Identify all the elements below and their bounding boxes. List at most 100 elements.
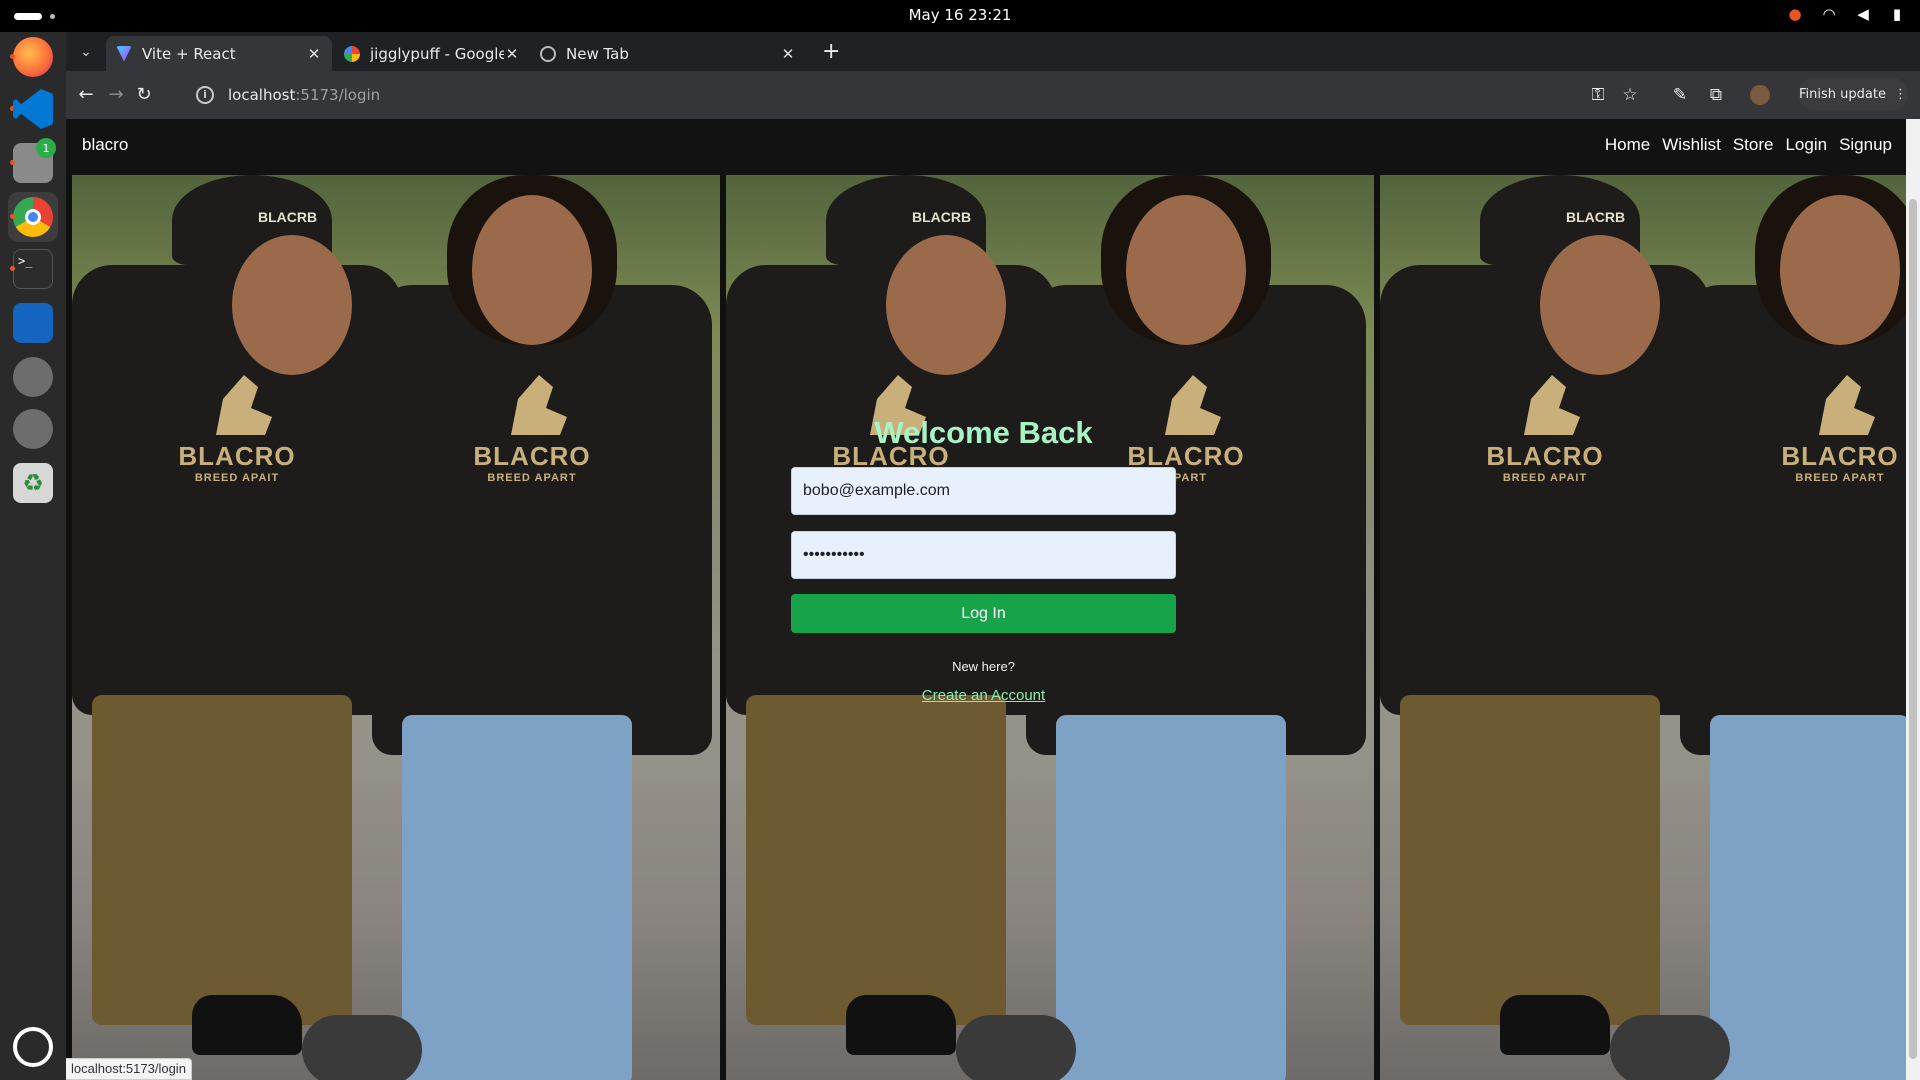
login-button[interactable]: Log In: [791, 594, 1176, 633]
notification-badge: 1: [36, 138, 56, 158]
scrollbar-thumb[interactable]: [1909, 199, 1917, 1059]
record-icon[interactable]: ●: [1786, 5, 1804, 23]
link-status-bar: localhost:5173/login: [66, 1058, 192, 1080]
dock-writer[interactable]: [8, 298, 58, 348]
tab-title: New Tab: [566, 44, 629, 63]
system-tray[interactable]: ● ◠ ◀ ▮: [1786, 5, 1906, 23]
battery-icon[interactable]: ▮: [1888, 5, 1906, 23]
dock-terminal[interactable]: >_: [8, 244, 58, 294]
face: [1540, 235, 1660, 375]
reload-icon[interactable]: ↻: [132, 83, 156, 107]
finish-update-button[interactable]: Finish update ⋮: [1798, 78, 1908, 110]
hero-image: BLACRB BLACRO BREED APAIT BLACRO BREED A…: [1380, 175, 1920, 1080]
ubuntu-apps-icon: [13, 1027, 53, 1067]
forward-icon[interactable]: →: [104, 83, 128, 107]
site-brand[interactable]: blacro: [82, 135, 128, 155]
tab-title: Vite + React: [142, 44, 236, 63]
jeans: [1056, 715, 1286, 1080]
close-tab-icon[interactable]: ✕: [504, 45, 520, 63]
jeans: [402, 715, 632, 1080]
dock-chrome[interactable]: [8, 192, 58, 242]
site-info-icon[interactable]: i: [196, 86, 214, 104]
running-indicator: [10, 54, 15, 59]
skateboard: [302, 1015, 422, 1080]
tab-title: jigglypuff - Google Searc: [370, 44, 504, 63]
create-account-link[interactable]: Create an Account: [791, 687, 1176, 704]
face: [1780, 195, 1900, 345]
face: [232, 235, 352, 375]
nav-login[interactable]: Login: [1785, 135, 1827, 155]
system-top-bar: May 16 23:21 ● ◠ ◀ ▮: [0, 0, 1920, 32]
face: [472, 195, 592, 345]
tab-strip: ⌄ Vite + React ✕ jigglypuff - Google Sea…: [66, 32, 1920, 71]
show-apps-button[interactable]: [8, 1022, 58, 1072]
tab-new-tab[interactable]: New Tab ✕: [530, 36, 806, 71]
url-path: :5173/login: [295, 86, 381, 104]
password-field[interactable]: •••••••••••: [791, 531, 1176, 579]
nav-home[interactable]: Home: [1605, 135, 1650, 155]
shirt-logo: BLACRO BREED APART: [457, 375, 607, 484]
site-nav-links: Home Wishlist Store Login Signup: [1605, 135, 1892, 155]
disc-icon: [13, 409, 53, 449]
face: [886, 235, 1006, 375]
url-host: localhost: [228, 86, 296, 104]
shirt: [1026, 285, 1366, 755]
tab-vite-react[interactable]: Vite + React ✕: [106, 36, 332, 71]
tab-search-button[interactable]: ⌄: [74, 40, 98, 64]
new-tab-button[interactable]: +: [822, 40, 840, 64]
dock-disc[interactable]: [8, 352, 58, 402]
skateboard: [1610, 1015, 1730, 1080]
web-page: blacro Home Wishlist Store Login Signup …: [66, 119, 1920, 1080]
trash-icon: ♻: [13, 463, 53, 503]
browser-window: ⌄ Vite + React ✕ jigglypuff - Google Sea…: [66, 32, 1920, 1080]
chrome-icon: [540, 45, 556, 62]
volume-icon[interactable]: ◀: [1854, 5, 1872, 23]
extensions-icon[interactable]: ⧉: [1704, 83, 1728, 107]
dock-files[interactable]: 1: [8, 138, 58, 188]
skateboard: [956, 1015, 1076, 1080]
browser-toolbar: ← → ↻ i localhost:5173/login ⚿ ☆ ✎ ⧉ Fin…: [66, 71, 1920, 119]
finish-update-label: Finish update: [1799, 86, 1886, 102]
profile-avatar[interactable]: [1748, 83, 1772, 107]
clock[interactable]: May 16 23:21: [0, 6, 1920, 24]
eyedropper-icon[interactable]: ✎: [1668, 83, 1692, 107]
nav-signup[interactable]: Signup: [1839, 135, 1892, 155]
shoe: [846, 995, 956, 1055]
google-icon: [344, 45, 360, 62]
new-here-text: New here?: [952, 659, 1015, 674]
url-text[interactable]: localhost:5173/login: [228, 86, 380, 104]
face: [1126, 195, 1246, 345]
page-scrollbar[interactable]: [1906, 119, 1920, 1080]
password-key-icon[interactable]: ⚿: [1586, 83, 1610, 107]
jeans: [1710, 715, 1910, 1080]
tab-google-search[interactable]: jigglypuff - Google Searc ✕: [334, 36, 530, 71]
shirt-logo: BLACRO BREED APART: [1765, 375, 1915, 484]
cap-text: BLACRB: [1566, 209, 1626, 225]
shirt: [1680, 285, 1920, 755]
terminal-icon: >_: [13, 249, 53, 289]
hero-image: BLACRB BLACRO BREED APAIT BLACRO BREED A…: [72, 175, 720, 1080]
close-tab-icon[interactable]: ✕: [780, 45, 796, 63]
cap-text: BLACRB: [258, 209, 318, 225]
site-navbar: blacro Home Wishlist Store Login Signup: [66, 119, 1920, 175]
shoe: [1500, 995, 1610, 1055]
close-tab-icon[interactable]: ✕: [306, 45, 322, 63]
dock-disc2[interactable]: [8, 404, 58, 454]
writer-icon: [13, 303, 53, 343]
cap-text: BLACRB: [912, 209, 972, 225]
nav-store[interactable]: Store: [1733, 135, 1774, 155]
firefox-icon: [13, 37, 53, 77]
dock-vscode[interactable]: [8, 84, 58, 134]
nav-wishlist[interactable]: Wishlist: [1662, 135, 1721, 155]
vscode-icon: [13, 89, 53, 129]
bookmark-star-icon[interactable]: ☆: [1618, 83, 1642, 107]
dock-firefox[interactable]: [8, 32, 58, 82]
running-indicator: [10, 266, 15, 271]
shoe: [192, 995, 302, 1055]
wifi-icon[interactable]: ◠: [1820, 5, 1838, 23]
kebab-menu-icon: ⋮: [1893, 86, 1907, 102]
dock-trash[interactable]: ♻: [8, 458, 58, 508]
hero-background: BLACRB BLACRO BREED APAIT BLACRO BREED A…: [66, 175, 1920, 1080]
email-field[interactable]: bobo@example.com: [791, 467, 1176, 515]
back-icon[interactable]: ←: [74, 83, 98, 107]
